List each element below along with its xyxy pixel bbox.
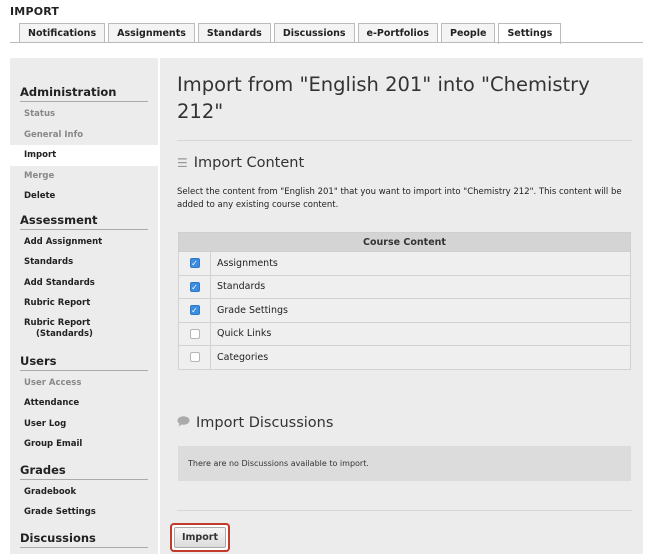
sidebar-item-user-access[interactable]: User Access — [10, 373, 158, 394]
table-row: ✓ Grade Settings — [178, 298, 631, 323]
row-label: Categories — [210, 345, 631, 370]
sidebar-heading-discussions: Discussions — [20, 529, 148, 548]
sidebar-heading-grades: Grades — [20, 461, 148, 480]
sidebar-heading-assessment: Assessment — [20, 211, 148, 230]
tab-assignments[interactable]: Assignments — [108, 23, 195, 43]
tab-divider — [10, 42, 643, 43]
sidebar-heading-administration: Administration — [20, 83, 148, 102]
table-row: ✓ Assignments — [178, 251, 631, 276]
tab-people[interactable]: People — [441, 23, 496, 43]
sidebar-heading-users: Users — [20, 352, 148, 371]
sidebar-item-general-info[interactable]: General Info — [10, 125, 158, 146]
import-button[interactable]: Import — [174, 527, 226, 548]
tab-bar: Notifications Assignments Standards Disc… — [19, 23, 564, 44]
divider — [177, 510, 632, 511]
sidebar-item-user-log[interactable]: User Log — [10, 414, 158, 435]
sidebar-item-merge[interactable]: Merge — [10, 166, 158, 187]
main-panel: Import from "English 201" into "Chemistr… — [160, 58, 643, 554]
tab-notifications[interactable]: Notifications — [19, 23, 106, 43]
import-title: Import from "English 201" into "Chemistr… — [177, 73, 590, 123]
import-description: Select the content from "English 201" th… — [177, 187, 622, 210]
row-label: Quick Links — [210, 321, 631, 346]
import-content-heading: ☰ Import Content — [177, 155, 304, 171]
tab-discussions[interactable]: Discussions — [273, 23, 355, 43]
tab-e-portfolios[interactable]: e-Portfolios — [357, 23, 438, 43]
list-icon: ☰ — [177, 156, 188, 170]
sidebar-item-status[interactable]: Status — [10, 104, 158, 125]
sidebar-item-add-assignment[interactable]: Add Assignment — [10, 232, 158, 253]
page-title: IMPORT — [10, 5, 60, 18]
table-row: Categories — [178, 345, 631, 370]
checkbox-assignments[interactable]: ✓ — [189, 258, 200, 269]
row-label: Standards — [210, 274, 631, 299]
import-button-highlight: Import — [170, 523, 230, 552]
import-content-heading-text: Import Content — [193, 155, 305, 171]
sidebar-item-grade-settings[interactable]: Grade Settings — [10, 502, 158, 523]
sidebar-item-add-standards[interactable]: Add Standards — [10, 273, 158, 294]
table-header: Course Content — [178, 232, 631, 252]
checkbox-grade-settings[interactable]: ✓ — [189, 305, 200, 316]
sidebar-item-standards[interactable]: Standards — [10, 252, 158, 273]
sidebar-item-label: Rubric Report — [24, 317, 91, 328]
table-row: ✓ Standards — [178, 274, 631, 299]
import-discussions-heading-text: Import Discussions — [196, 415, 334, 431]
sidebar-item-label: (Standards) — [36, 328, 93, 339]
checkbox-categories[interactable] — [189, 352, 200, 363]
course-content-table: Course Content ✓ Assignments ✓ Standards… — [178, 232, 631, 370]
checkbox-standards[interactable]: ✓ — [189, 281, 200, 292]
table-row: Quick Links — [178, 321, 631, 346]
sidebar-item-gradebook[interactable]: Gradebook — [10, 482, 158, 503]
row-label: Assignments — [210, 251, 631, 276]
sidebar-item-rubric-report[interactable]: Rubric Report — [10, 293, 158, 314]
import-discussions-heading: Import Discussions — [177, 415, 333, 431]
sidebar-item-rubric-report-standards[interactable]: Rubric Report (Standards) — [10, 314, 158, 344]
divider — [177, 140, 632, 141]
sidebar-item-import[interactable]: Import — [10, 145, 158, 166]
sidebar-item-attendance[interactable]: Attendance — [10, 393, 158, 414]
checkbox-quick-links[interactable] — [189, 328, 200, 339]
tab-standards[interactable]: Standards — [197, 23, 271, 43]
sidebar: Administration Status General Info Impor… — [10, 58, 158, 554]
tab-settings[interactable]: Settings — [498, 23, 562, 44]
sidebar-item-delete[interactable]: Delete — [10, 186, 158, 207]
row-label: Grade Settings — [210, 298, 631, 323]
no-discussions-message: There are no Discussions available to im… — [178, 446, 631, 481]
chat-bubble-icon — [177, 416, 190, 430]
sidebar-item-group-email[interactable]: Group Email — [10, 434, 158, 455]
